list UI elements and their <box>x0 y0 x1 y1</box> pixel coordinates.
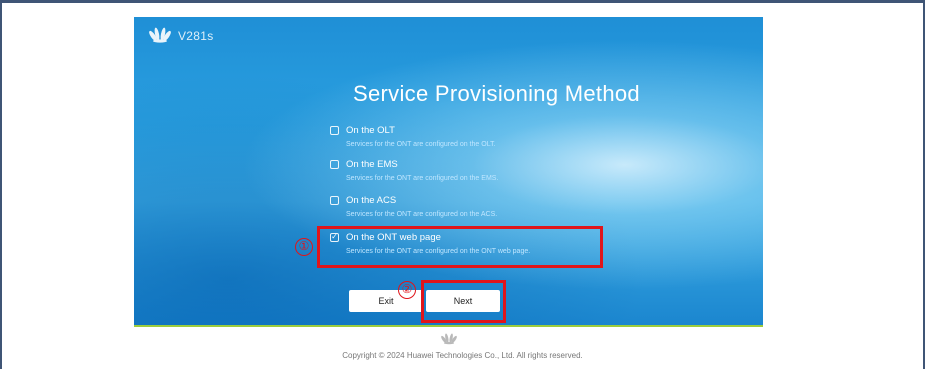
option-ems[interactable]: On the EMS Services for the ONT are conf… <box>330 157 498 182</box>
footer-logo <box>440 333 458 351</box>
option-acs-label: On the ACS <box>346 194 397 206</box>
option-ems-label: On the EMS <box>346 158 398 170</box>
device-model: V281s <box>178 29 214 43</box>
option-ems-description: Services for the ONT are configured on t… <box>346 175 499 182</box>
huawei-logo-icon <box>441 333 457 345</box>
highlight-ont-web-option <box>317 226 603 268</box>
provisioning-screen: V281s Service Provisioning Method On the… <box>134 17 763 325</box>
checkbox-ems[interactable] <box>330 159 339 169</box>
page-title: Service Provisioning Method <box>353 81 640 106</box>
brand-header: V281s <box>148 27 214 45</box>
step-marker-1: ① <box>295 238 313 256</box>
option-olt[interactable]: On the OLT Services for the ONT are conf… <box>330 123 496 148</box>
checkbox-olt[interactable] <box>330 125 339 135</box>
accent-divider <box>134 325 763 327</box>
step-marker-2: ② <box>398 281 416 299</box>
option-olt-label: On the OLT <box>346 124 395 136</box>
option-acs-description: Services for the ONT are configured on t… <box>346 211 498 218</box>
highlight-next-button <box>421 280 506 323</box>
copyright-text: Copyright © 2024 Huawei Technologies Co.… <box>342 351 583 360</box>
huawei-logo-icon <box>149 27 171 43</box>
option-olt-description: Services for the ONT are configured on t… <box>346 141 496 148</box>
option-acs[interactable]: On the ACS Services for the ONT are conf… <box>330 193 497 218</box>
checkbox-acs[interactable] <box>330 195 339 205</box>
